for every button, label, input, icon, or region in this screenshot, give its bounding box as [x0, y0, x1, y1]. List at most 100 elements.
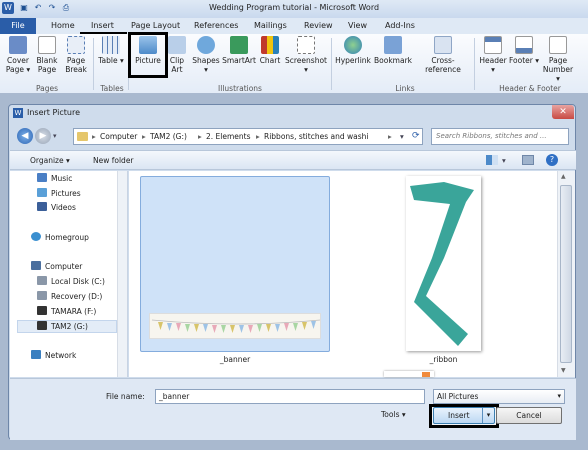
partial-thumbnail: [422, 372, 430, 377]
chart-button[interactable]: Chart: [258, 36, 282, 65]
nav-item-label: Videos: [51, 203, 76, 212]
title-bar: W ▣ ↶ ↷ ⎙ Wedding Program tutorial - Mic…: [0, 0, 588, 18]
recent-pages-dropdown[interactable]: ▾: [53, 132, 57, 140]
nav-item-local-disk[interactable]: Local Disk (C:): [37, 276, 105, 288]
file-list-scrollbar[interactable]: ▲ ▼: [557, 171, 575, 377]
cross-reference-button[interactable]: Cross-reference: [414, 36, 472, 74]
cancel-button[interactable]: Cancel: [496, 407, 562, 424]
tab-view[interactable]: View: [344, 18, 371, 34]
footer-button[interactable]: Footer ▾: [509, 36, 539, 65]
cross-reference-icon: [434, 36, 452, 54]
cover-page-button[interactable]: Cover Page ▾: [4, 36, 32, 74]
nav-item-videos[interactable]: Videos: [37, 202, 76, 214]
page-break-button[interactable]: Page Break: [62, 36, 90, 74]
breadcrumb[interactable]: ▸ Computer ▸ TAM2 (G:) ▸ 2. Elements ▸ R…: [73, 128, 423, 145]
nav-item-network[interactable]: Network: [31, 350, 76, 362]
group-separator: [474, 38, 475, 90]
tab-file[interactable]: File: [0, 18, 36, 34]
page-number-button[interactable]: Page Number ▾: [540, 36, 576, 83]
nav-item-music[interactable]: Music: [37, 173, 72, 185]
screenshot-label: Screenshot ▾: [285, 56, 327, 74]
group-label-pages: Pages: [35, 84, 59, 93]
chart-icon: [261, 36, 279, 54]
nav-item-homegroup[interactable]: Homegroup: [31, 232, 89, 244]
nav-item-label: TAM2 (G:): [51, 322, 88, 331]
nav-item-computer[interactable]: Computer: [31, 261, 82, 273]
help-icon[interactable]: ?: [546, 154, 558, 166]
music-icon: [37, 173, 47, 182]
screenshot-button[interactable]: Screenshot ▾: [284, 36, 328, 74]
preview-pane-icon[interactable]: [522, 155, 534, 165]
breadcrumb-tam2[interactable]: TAM2 (G:): [150, 132, 187, 141]
file-item-ribbon[interactable]: [406, 176, 481, 351]
breadcrumb-ribbons[interactable]: Ribbons, stitches and washi: [264, 132, 368, 141]
close-button[interactable]: ✕: [552, 105, 574, 119]
bookmark-label: Bookmark: [374, 56, 412, 65]
file-item-partial[interactable]: [384, 371, 434, 377]
tab-insert[interactable]: Insert: [87, 18, 118, 34]
breadcrumb-elements[interactable]: 2. Elements: [206, 132, 251, 141]
tab-home[interactable]: Home: [47, 18, 79, 34]
blank-page-icon: [38, 36, 56, 54]
group-label-header-footer: Header & Footer: [499, 84, 561, 93]
file-name-ribbon: _ribbon: [429, 355, 458, 364]
breadcrumb-computer[interactable]: Computer: [100, 132, 137, 141]
nav-item-tam2[interactable]: TAM2 (G:): [37, 321, 88, 333]
header-button[interactable]: Header ▾: [477, 36, 509, 74]
tools-button[interactable]: Tools ▾: [381, 410, 406, 419]
nav-item-label: TAMARA (F:): [51, 307, 97, 316]
nav-item-recovery[interactable]: Recovery (D:): [37, 291, 102, 303]
refresh-icon[interactable]: ⟳: [412, 131, 420, 141]
new-folder-button[interactable]: New folder: [93, 156, 134, 165]
cover-page-icon: [9, 36, 27, 54]
blank-page-button[interactable]: Blank Page: [34, 36, 60, 74]
tab-references[interactable]: References: [190, 18, 242, 34]
file-name-input[interactable]: _banner: [155, 389, 425, 404]
screenshot-icon: [297, 36, 315, 54]
group-separator: [93, 38, 94, 90]
change-view-icon[interactable]: [486, 155, 498, 165]
tab-review[interactable]: Review: [300, 18, 337, 34]
forward-button[interactable]: ▶: [35, 128, 51, 144]
dialog-title: Insert Picture: [27, 108, 80, 117]
address-bar: ◀ ▶ ▾ ▸ Computer ▸ TAM2 (G:) ▸ 2. Elemen…: [15, 125, 571, 147]
banner-bunting-icon: [151, 319, 321, 333]
back-button[interactable]: ◀: [17, 128, 33, 144]
smartart-button[interactable]: SmartArt: [222, 36, 256, 65]
view-dropdown-icon[interactable]: ▾: [502, 156, 506, 165]
drive-icon: [37, 321, 47, 330]
file-type-select[interactable]: All Pictures ▾: [433, 389, 565, 404]
nav-item-tamara[interactable]: TAMARA (F:): [37, 306, 96, 318]
hyperlink-label: Hyperlink: [335, 56, 371, 65]
folder-icon: [77, 132, 88, 141]
scroll-down-icon[interactable]: ▼: [561, 367, 566, 374]
cover-page-label: Cover Page ▾: [5, 56, 31, 74]
shapes-button[interactable]: Shapes ▾: [191, 36, 221, 74]
nav-item-label: Computer: [45, 262, 83, 271]
tab-add-ins[interactable]: Add-Ins: [381, 18, 419, 34]
group-separator: [331, 38, 332, 90]
word-logo-icon: W: [13, 108, 23, 118]
search-input[interactable]: Search Ribbons, stitches and ...: [431, 128, 569, 145]
organize-button[interactable]: Organize ▾: [30, 156, 70, 165]
bookmark-button[interactable]: Bookmark: [373, 36, 413, 65]
nav-item-pictures[interactable]: Pictures: [37, 188, 81, 200]
file-item-banner[interactable]: [140, 176, 330, 352]
file-name-banner: _banner: [219, 355, 251, 364]
hyperlink-button[interactable]: Hyperlink: [334, 36, 372, 65]
table-button[interactable]: Table ▾: [97, 36, 125, 65]
shapes-label: Shapes ▾: [192, 56, 220, 74]
scroll-up-icon[interactable]: ▲: [561, 173, 566, 180]
clip-art-button[interactable]: Clip Art: [166, 36, 188, 74]
bookmark-icon: [384, 36, 402, 54]
nav-scrollbar[interactable]: [117, 171, 127, 377]
tab-mailings[interactable]: Mailings: [250, 18, 291, 34]
scroll-thumb[interactable]: [560, 185, 572, 363]
table-icon: [102, 36, 120, 54]
file-type-value: All Pictures: [437, 392, 479, 401]
drive-icon: [37, 291, 47, 300]
insert-picture-dialog: W Insert Picture ✕ ◀ ▶ ▾ ▸ Computer ▸ TA…: [8, 104, 576, 440]
header-icon: [484, 36, 502, 54]
insert-options-dropdown[interactable]: ▾: [482, 408, 494, 423]
path-dropdown-icon[interactable]: ▾: [400, 132, 404, 141]
